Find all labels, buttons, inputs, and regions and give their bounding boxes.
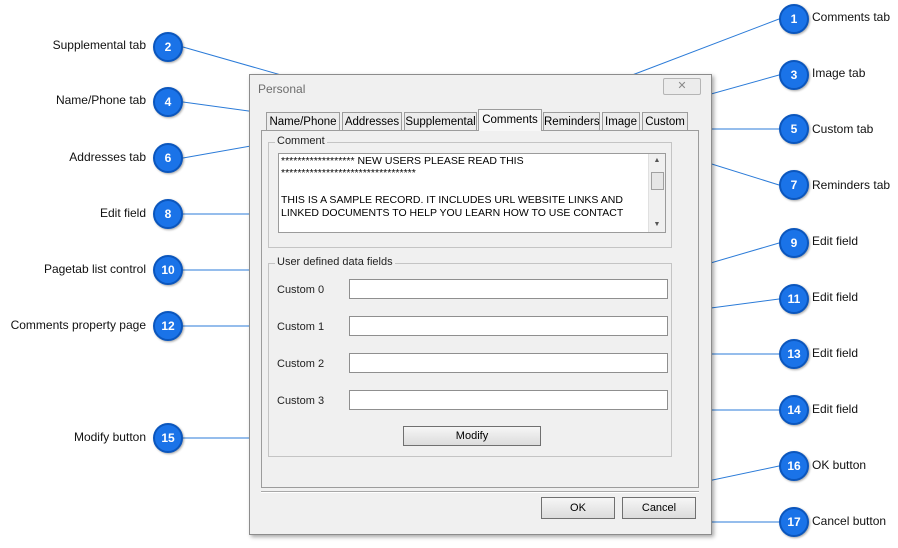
callout-label: OK button: [812, 458, 867, 472]
scrollbar-thumb[interactable]: [651, 172, 664, 190]
custom-0-field[interactable]: [349, 279, 668, 299]
callout-label: Edit field: [812, 234, 859, 248]
custom-3-label: Custom 3: [277, 395, 325, 407]
divider: [261, 491, 699, 493]
callout-label: Image tab: [812, 66, 866, 80]
comment-line: *********************************: [281, 167, 416, 179]
callout-badge: 17: [779, 507, 809, 537]
custom-1-field[interactable]: [349, 316, 668, 336]
callout-label: Name/Phone tab: [55, 93, 146, 107]
callout-badge: 9: [779, 228, 809, 258]
tab-comments[interactable]: Comments: [478, 109, 542, 131]
custom-2-field[interactable]: [349, 353, 668, 373]
custom-2-label: Custom 2: [277, 358, 325, 370]
ok-button[interactable]: OK: [541, 497, 615, 519]
custom-0-label: Custom 0: [277, 284, 325, 296]
dialog-title: Personal: [258, 82, 306, 96]
callout-label: Reminders tab: [812, 178, 891, 192]
callout-badge: 13: [779, 339, 809, 369]
callout-label: Supplemental tab: [52, 38, 146, 52]
custom-1-label: Custom 1: [277, 321, 325, 333]
scroll-down-icon[interactable]: ▼: [649, 218, 665, 232]
callout-badge: 10: [153, 255, 183, 285]
tab-custom[interactable]: Custom: [642, 112, 688, 131]
callout-badge: 7: [779, 170, 809, 200]
callout-badge: 12: [153, 311, 183, 341]
callout-label: Custom tab: [812, 122, 874, 136]
title-bar: Personal ✕: [250, 75, 711, 101]
callout-label: Cancel button: [812, 514, 887, 528]
tab-reminders[interactable]: Reminders: [543, 112, 600, 131]
comment-edit-field[interactable]: ****************** NEW USERS PLEASE READ…: [278, 153, 666, 233]
comments-property-page: Comment ****************** NEW USERS PLE…: [261, 130, 699, 488]
callout-label: Edit field: [812, 402, 859, 416]
cancel-button[interactable]: Cancel: [622, 497, 696, 519]
tab-name-phone[interactable]: Name/Phone: [266, 112, 340, 131]
user-defined-group-label: User defined data fields: [275, 256, 395, 268]
callout-badge: 2: [153, 32, 183, 62]
tab-supplemental[interactable]: Supplemental: [404, 112, 477, 131]
callout-label: Addresses tab: [69, 150, 146, 164]
callout-badge: 14: [779, 395, 809, 425]
callout-label: Edit field: [812, 290, 859, 304]
comment-group-label: Comment: [275, 135, 327, 147]
callout-badge: 15: [153, 423, 183, 453]
callout-label: Pagetab list control: [43, 262, 146, 276]
callout-badge: 11: [779, 284, 809, 314]
scroll-up-icon[interactable]: ▲: [649, 154, 665, 168]
custom-3-field[interactable]: [349, 390, 668, 410]
callout-label: Edit field: [99, 206, 146, 220]
callout-label: Edit field: [812, 346, 859, 360]
callout-label: Comments tab: [812, 10, 891, 24]
comment-line: THIS IS A SAMPLE RECORD. IT INCLUDES URL…: [281, 194, 623, 206]
user-defined-group: User defined data fields Custom 0 Custom…: [268, 256, 672, 457]
tab-addresses[interactable]: Addresses: [342, 112, 402, 131]
callout-badge: 8: [153, 199, 183, 229]
callout-badge: 1: [779, 4, 809, 34]
comment-line: LINKED DOCUMENTS TO HELP YOU LEARN HOW T…: [281, 207, 624, 219]
tab-image[interactable]: Image: [602, 112, 640, 131]
comment-scrollbar[interactable]: ▲ ▼: [648, 154, 665, 232]
callout-label: Comments property page: [10, 318, 146, 332]
modify-button[interactable]: Modify: [403, 426, 541, 446]
comment-group: Comment ****************** NEW USERS PLE…: [268, 135, 672, 248]
personal-dialog: Personal ✕ Name/Phone Addresses Suppleme…: [249, 74, 712, 535]
callout-badge: 6: [153, 143, 183, 173]
comment-line: ****************** NEW USERS PLEASE READ…: [281, 155, 524, 167]
callout-label: Modify button: [73, 430, 146, 444]
callout-badge: 3: [779, 60, 809, 90]
close-icon[interactable]: ✕: [663, 78, 701, 95]
callout-badge: 16: [779, 451, 809, 481]
callout-badge: 5: [779, 114, 809, 144]
callout-badge: 4: [153, 87, 183, 117]
